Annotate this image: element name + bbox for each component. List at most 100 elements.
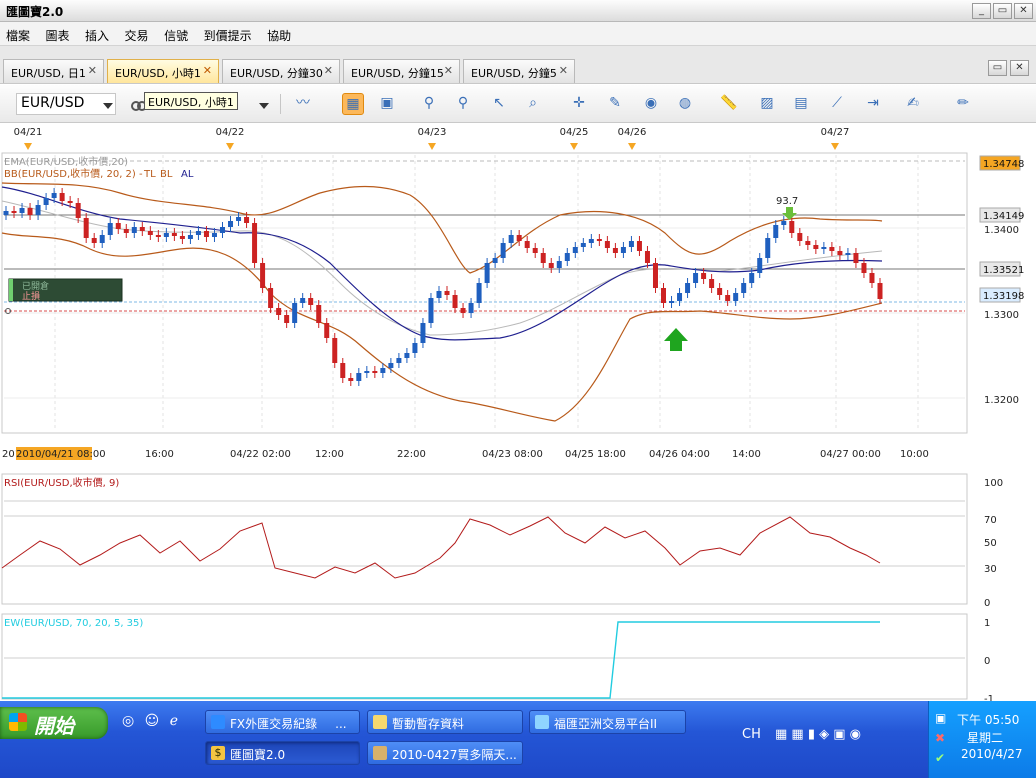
candle-body[interactable]: [821, 247, 827, 249]
candle-body[interactable]: [685, 283, 691, 293]
line-chart-icon[interactable]: 〰: [292, 93, 314, 115]
candle-body[interactable]: [540, 253, 546, 263]
candle-body[interactable]: [564, 253, 570, 261]
task-fxcm-platform[interactable]: 福匯亞洲交易平台II: [529, 710, 686, 734]
candle-body[interactable]: [131, 227, 137, 233]
menu-trade[interactable]: 交易: [119, 22, 155, 44]
candle-body[interactable]: [636, 241, 642, 251]
ew-indicator-label[interactable]: EW(EUR/USD, 70, 20, 5, 35): [4, 618, 143, 629]
candle-body[interactable]: [356, 373, 362, 381]
zoom-in-icon[interactable]: ⚲: [418, 93, 440, 115]
candle-body[interactable]: [211, 233, 217, 237]
close-tab-icon[interactable]: ✕: [88, 64, 97, 77]
network-icon[interactable]: ▣: [935, 711, 946, 725]
candle-body[interactable]: [91, 238, 97, 243]
candle-body[interactable]: [500, 243, 506, 258]
candle-body[interactable]: [484, 263, 490, 283]
task-fx-record[interactable]: FX外匯交易紀錄...: [205, 710, 360, 734]
menu-insert[interactable]: 插入: [79, 22, 115, 44]
candle-body[interactable]: [107, 223, 113, 235]
brush-icon[interactable]: ✏: [952, 93, 974, 115]
menu-chart[interactable]: 圖表: [40, 22, 76, 44]
candle-body[interactable]: [508, 235, 514, 243]
candle-body[interactable]: [524, 241, 530, 248]
candle-body[interactable]: [380, 368, 386, 373]
candle-body[interactable]: [195, 231, 201, 235]
candle-body[interactable]: [428, 298, 434, 323]
ruler-icon[interactable]: 📏: [718, 93, 740, 115]
tab-eurusd-m15[interactable]: EUR/USD, 分鐘15 ✕: [343, 59, 460, 83]
candle-body[interactable]: [115, 223, 121, 229]
browser-icon[interactable]: ℯ: [170, 713, 178, 729]
candle-body[interactable]: [332, 338, 338, 363]
candle-body[interactable]: [773, 225, 779, 238]
pen-icon[interactable]: ✍: [902, 93, 924, 115]
task-huitubao[interactable]: $ 匯圖寶2.0: [205, 741, 360, 765]
candle-body[interactable]: [19, 208, 25, 213]
bb-indicator-label[interactable]: BB(EUR/USD,收市價, 20, 2) -: [4, 167, 143, 180]
crosshair-icon[interactable]: ✛: [568, 93, 590, 115]
candle-body[interactable]: [244, 217, 250, 223]
candle-body[interactable]: [276, 308, 282, 315]
candle-body[interactable]: [83, 218, 89, 238]
candle-body[interactable]: [59, 193, 65, 201]
candle-body[interactable]: [669, 301, 675, 303]
close-chart-button[interactable]: ✕: [1010, 60, 1029, 76]
candle-body[interactable]: [308, 298, 314, 305]
tab-eurusd-h1[interactable]: EUR/USD, 小時1 ✕: [107, 59, 219, 83]
candle-body[interactable]: [532, 248, 538, 253]
candle-body[interactable]: [837, 251, 843, 255]
candle-body[interactable]: [268, 288, 274, 308]
candle-body[interactable]: [43, 198, 49, 205]
draw-line-icon[interactable]: ⟋: [826, 93, 848, 115]
candle-body[interactable]: [404, 353, 410, 358]
tab-eurusd-m5[interactable]: EUR/USD, 分鐘5 ✕: [463, 59, 575, 83]
messenger-icon[interactable]: ☺: [145, 713, 160, 729]
task-temp-data[interactable]: 暫動暫存資料: [367, 710, 523, 734]
close-tab-icon[interactable]: ✕: [324, 64, 333, 77]
warning-icon[interactable]: ✖: [935, 731, 945, 745]
rsi-panel[interactable]: [1, 473, 968, 605]
candle-body[interactable]: [805, 241, 811, 245]
image-icon[interactable]: ▨: [756, 93, 778, 115]
candle-body[interactable]: [644, 251, 650, 263]
main-panel[interactable]: [1, 152, 968, 434]
candle-body[interactable]: [123, 229, 129, 233]
candle-body[interactable]: [252, 223, 258, 263]
candle-body[interactable]: [236, 217, 242, 221]
candle-body[interactable]: [869, 273, 875, 283]
candle-body[interactable]: [67, 201, 73, 203]
candle-body[interactable]: [701, 273, 707, 279]
candle-body[interactable]: [284, 315, 290, 323]
candle-body[interactable]: [11, 211, 17, 213]
candle-body[interactable]: [316, 305, 322, 323]
indicator-icon[interactable]: ⇥: [862, 93, 884, 115]
clock-time[interactable]: 下午 05:50: [957, 711, 1019, 728]
candle-body[interactable]: [292, 303, 298, 323]
candle-body[interactable]: [628, 241, 634, 247]
candle-body[interactable]: [460, 308, 466, 313]
candle-body[interactable]: [452, 295, 458, 308]
symbol-select[interactable]: EUR/USD: [16, 93, 116, 115]
template-icon[interactable]: ▤: [790, 93, 812, 115]
timeframe-chevron-down-icon[interactable]: [259, 103, 269, 109]
shield-icon[interactable]: ✔: [935, 751, 945, 765]
candle-body[interactable]: [340, 363, 346, 378]
restore-chart-button[interactable]: ▭: [988, 60, 1007, 76]
candle-body[interactable]: [612, 248, 618, 253]
rsi-indicator-label[interactable]: RSI(EUR/USD,收市價, 9): [4, 476, 119, 489]
candle-body[interactable]: [179, 236, 185, 239]
candle-body[interactable]: [797, 233, 803, 241]
candle-body[interactable]: [436, 291, 442, 298]
candle-body[interactable]: [765, 238, 771, 258]
zoom-out-icon[interactable]: ⚲: [452, 93, 474, 115]
candle-body[interactable]: [187, 235, 193, 239]
candle-body[interactable]: [51, 193, 57, 198]
candle-body[interactable]: [861, 263, 867, 273]
maximize-button[interactable]: ▭: [993, 3, 1012, 19]
close-button[interactable]: ✕: [1014, 3, 1033, 19]
candle-body[interactable]: [260, 263, 266, 288]
candle-body[interactable]: [853, 253, 859, 263]
tab-eurusd-d1[interactable]: EUR/USD, 日1 ✕: [3, 59, 104, 83]
candle-body[interactable]: [139, 227, 145, 231]
